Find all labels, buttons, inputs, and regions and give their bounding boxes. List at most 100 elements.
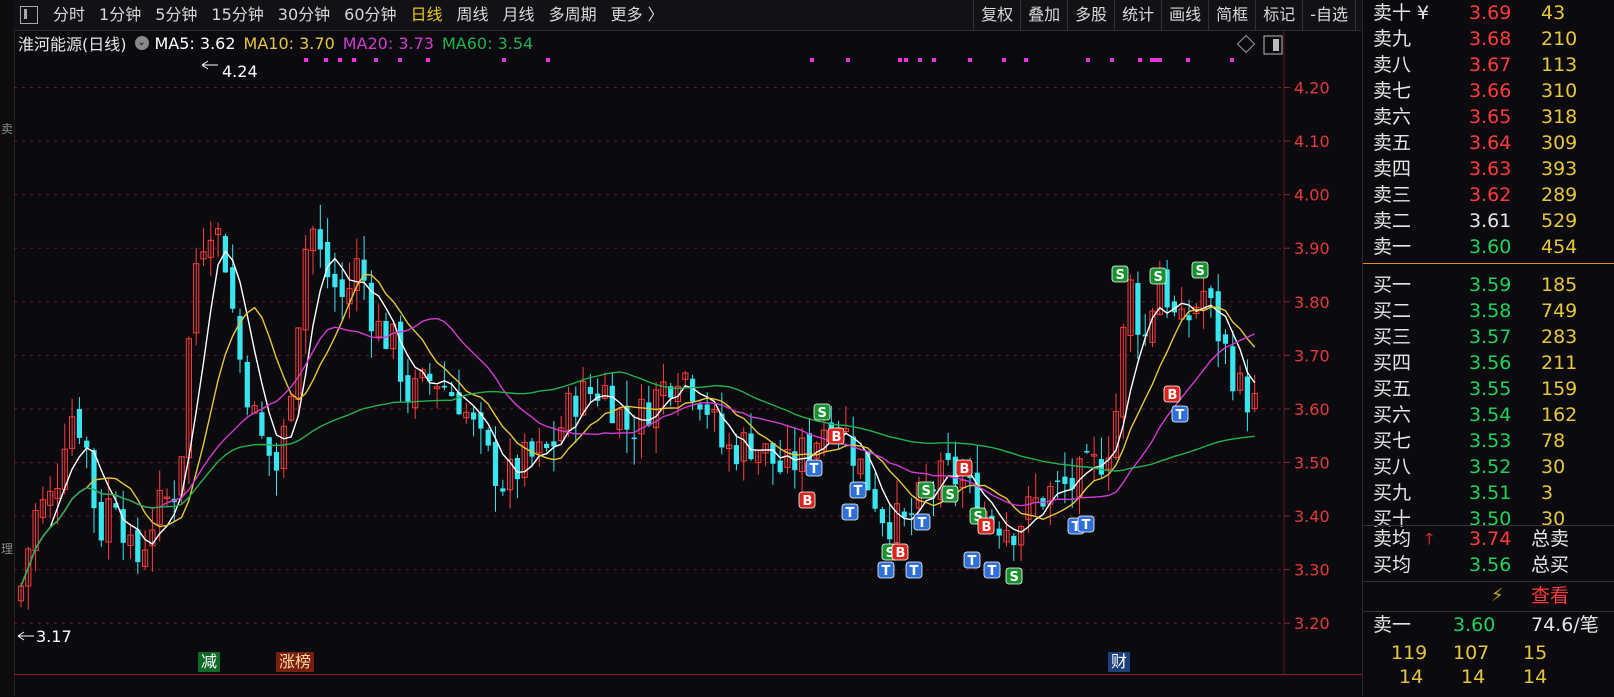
signal-t-marker[interactable]: T — [805, 459, 823, 477]
level-price: 3.63 — [1469, 158, 1512, 180]
y-tick-label: 4.10 — [1294, 132, 1330, 151]
signal-sell-marker[interactable]: S — [917, 481, 935, 499]
signal-t-marker[interactable]: T — [877, 561, 895, 579]
order-book-row[interactable]: 买六 3.54 162 — [1363, 402, 1614, 428]
toolbar-action-button[interactable]: 画线 — [1162, 0, 1208, 30]
signal-t-marker[interactable]: T — [849, 481, 867, 499]
signal-t-marker[interactable]: T — [905, 561, 923, 579]
signal-letter: T — [1176, 408, 1185, 423]
signal-sell-marker[interactable]: S — [813, 403, 831, 421]
signal-letter: S — [1196, 264, 1205, 279]
event-dot — [1110, 58, 1114, 62]
order-book-row[interactable]: 买八 3.52 30 — [1363, 454, 1614, 480]
tag-reduce[interactable]: 减 — [198, 652, 221, 672]
signal-sell-marker[interactable]: S — [1149, 267, 1167, 285]
level-price: 3.57 — [1469, 326, 1512, 348]
toolbar-action-button[interactable]: -自选 — [1303, 0, 1355, 30]
order-book-row[interactable]: 买一 3.59 185 — [1363, 272, 1614, 298]
y-tick-label: 4.20 — [1294, 79, 1330, 98]
tag-limit-up-list[interactable]: 涨榜 — [276, 652, 315, 672]
signal-buy-marker[interactable]: B — [977, 517, 995, 535]
signal-buy-marker[interactable]: B — [827, 427, 845, 445]
period-tab[interactable]: 60分钟 — [337, 0, 403, 30]
period-tab[interactable]: 多周期 — [542, 0, 604, 30]
order-book-row[interactable]: 卖三 3.62 289 — [1363, 182, 1614, 208]
toolbar-action-button[interactable]: 标记 — [1256, 0, 1302, 30]
level-volume: 185 — [1541, 274, 1578, 296]
order-book-row[interactable]: 卖四 3.63 393 — [1363, 156, 1614, 182]
signal-buy-marker[interactable]: B — [955, 459, 973, 477]
order-book-row[interactable]: 卖七 3.66 310 — [1363, 78, 1614, 104]
tag-finance[interactable]: 财 — [1108, 652, 1131, 672]
candle-down — [76, 409, 82, 438]
toolbar-action-button[interactable]: 复权 — [974, 0, 1020, 30]
event-dot — [426, 58, 430, 62]
signal-buy-marker[interactable]: B — [1163, 385, 1181, 403]
period-tab[interactable]: 30分钟 — [271, 0, 337, 30]
level-label: 卖九 — [1373, 28, 1412, 50]
signal-t-marker[interactable]: T — [841, 503, 859, 521]
signal-t-marker[interactable]: T — [963, 551, 981, 569]
action-buttons: 复权叠加多股统计画线简框标记-自选返回 — [973, 0, 1402, 30]
period-tab[interactable]: 周线 — [450, 0, 496, 30]
order-book-row[interactable]: 买五 3.55 159 — [1363, 376, 1614, 402]
order-book-row[interactable]: 卖九 3.68 210 — [1363, 26, 1614, 52]
order-book-row[interactable]: 买九 3.51 3 — [1363, 480, 1614, 506]
order-book-row[interactable]: 卖六 3.65 318 — [1363, 104, 1614, 130]
period-tab[interactable]: 分时 — [46, 0, 92, 30]
event-dot — [1154, 58, 1158, 62]
toolbar-action-button[interactable]: 多股 — [1068, 0, 1114, 30]
panel-toggle-icon[interactable] — [20, 6, 38, 24]
order-book-row[interactable]: 卖五 3.64 309 — [1363, 130, 1614, 156]
queue-value: 14 — [1523, 666, 1548, 688]
order-book-row[interactable]: 买四 3.56 211 — [1363, 350, 1614, 376]
signal-letter: T — [988, 564, 997, 579]
toolbar-action-button[interactable]: 叠加 — [1021, 0, 1067, 30]
level-price: 3.65 — [1469, 106, 1512, 128]
signal-t-marker[interactable]: T — [1077, 515, 1095, 533]
event-dot — [324, 58, 328, 62]
order-book-row[interactable]: 买二 3.58 749 — [1363, 298, 1614, 324]
signal-buy-marker[interactable]: B — [891, 543, 909, 561]
order-book-row[interactable]: 卖二 3.61 529 — [1363, 208, 1614, 234]
signal-buy-marker[interactable]: B — [798, 491, 816, 509]
signal-t-marker[interactable]: T — [1171, 405, 1189, 423]
level-label: 卖三 — [1373, 184, 1412, 206]
signal-sell-marker[interactable]: S — [1005, 567, 1023, 585]
signal-sell-marker[interactable]: S — [941, 485, 959, 503]
event-dot — [1230, 58, 1234, 62]
candle-down — [266, 437, 272, 456]
signal-t-marker[interactable]: T — [913, 513, 931, 531]
toolbar-action-button[interactable]: 简框 — [1209, 0, 1255, 30]
period-tab[interactable]: 5分钟 — [148, 0, 204, 30]
diamond-icon[interactable] — [1236, 34, 1256, 54]
order-book-row[interactable]: 买七 3.53 78 — [1363, 428, 1614, 454]
signal-sell-marker[interactable]: S — [1191, 261, 1209, 279]
period-tab[interactable]: 15分钟 — [204, 0, 270, 30]
level-volume: 309 — [1541, 132, 1578, 154]
order-book-row[interactable]: 买三 3.57 283 — [1363, 324, 1614, 350]
signal-sell-marker[interactable]: S — [1111, 265, 1129, 283]
y-tick-label: 3.80 — [1294, 293, 1330, 312]
order-book-row[interactable]: 卖十 ¥ 3.69 43 — [1363, 0, 1614, 26]
period-tab[interactable]: 更多 〉 — [604, 0, 671, 30]
period-tab[interactable]: 月线 — [496, 0, 542, 30]
period-tab[interactable]: 日线 — [404, 0, 450, 30]
toolbar-action-button[interactable]: 统计 — [1115, 0, 1161, 30]
signal-t-marker[interactable]: T — [983, 561, 1001, 579]
candle-down — [609, 385, 615, 424]
candle-down — [273, 451, 280, 471]
level-price: 3.54 — [1469, 404, 1512, 426]
check-button[interactable]: 查看 — [1531, 583, 1569, 609]
order-book-row[interactable]: 卖八 3.67 113 — [1363, 52, 1614, 78]
queue-value: 107 — [1453, 642, 1490, 664]
level-volume: 529 — [1541, 210, 1578, 232]
order-book-row[interactable]: 卖一 3.60 454 — [1363, 234, 1614, 260]
level-volume: 393 — [1541, 158, 1578, 180]
candlestick-chart[interactable]: SBTBTTS STT TS BBSBTT ST TS S SBT 4.204.104.003… — [14, 30, 1362, 674]
period-tab[interactable]: 1分钟 — [92, 0, 148, 30]
y-tick-label: 3.30 — [1294, 561, 1330, 580]
candle-down — [449, 392, 455, 397]
level-volume: 210 — [1541, 28, 1578, 50]
candle-down — [850, 436, 856, 466]
